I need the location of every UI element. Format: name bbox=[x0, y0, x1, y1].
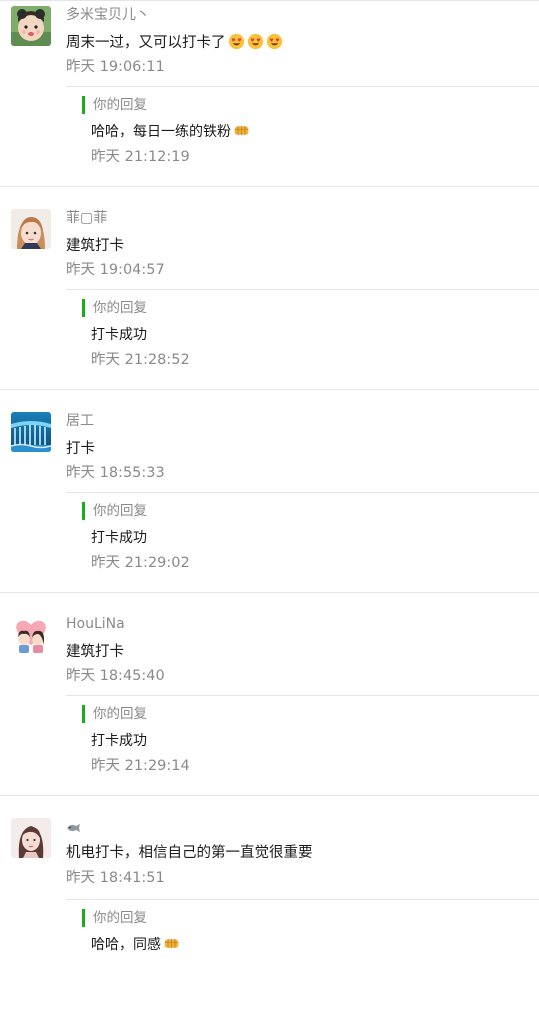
avatar[interactable] bbox=[11, 615, 51, 655]
comment-content: 打卡 bbox=[66, 441, 95, 457]
reply-label: 你的回复 bbox=[82, 909, 147, 927]
avatar[interactable] bbox=[11, 209, 51, 249]
reply-label: 你的回复 bbox=[82, 705, 147, 723]
reply-time: 昨天 21:29:14 bbox=[91, 758, 190, 774]
comment-text: 周末一过，又可以打卡了 bbox=[66, 35, 226, 51]
author-reply: 你的回复 打卡成功 昨天 21:28:52 bbox=[66, 289, 539, 386]
author-reply: 你的回复 打卡成功 昨天 21:29:14 bbox=[66, 695, 539, 792]
comment-time: 昨天 19:04:57 bbox=[66, 262, 165, 278]
fist-bump-icon bbox=[233, 122, 250, 139]
comment-item: 菲▢菲 建筑打卡 昨天 19:04:57 你的回复 打卡成功 昨天 21:28:… bbox=[0, 203, 539, 406]
reply-label: 你的回复 bbox=[82, 502, 147, 520]
reply-text: 哈哈，同感 bbox=[91, 937, 161, 953]
author-reply: 你的回复 哈哈，同感 bbox=[66, 899, 539, 996]
comment-username[interactable]: 居工 bbox=[66, 411, 94, 431]
comment-item: 多米宝贝儿丶 周末一过，又可以打卡了 昨天 19:06:11 你的回复 哈哈，每… bbox=[0, 0, 539, 203]
heart-eyes-icon bbox=[266, 33, 283, 50]
reply-time: 昨天 21:29:02 bbox=[91, 555, 190, 571]
avatar[interactable] bbox=[11, 412, 51, 452]
comment-divider bbox=[0, 795, 539, 796]
fist-bump-icon bbox=[163, 935, 180, 952]
comment-content: 机电打卡，相信自己的第一直觉很重要 bbox=[66, 845, 313, 861]
reply-content: 打卡成功 bbox=[91, 530, 147, 546]
comment-username[interactable] bbox=[66, 817, 81, 839]
comment-time: 昨天 18:45:40 bbox=[66, 668, 165, 684]
comment-divider bbox=[0, 592, 539, 593]
comment-content: 周末一过，又可以打卡了 bbox=[66, 32, 283, 54]
reply-time: 昨天 21:12:19 bbox=[91, 149, 190, 165]
comment-content: 建筑打卡 bbox=[66, 644, 124, 660]
avatar-baby-image bbox=[11, 6, 51, 46]
comment-username[interactable]: 菲▢菲 bbox=[66, 208, 107, 228]
comment-item: HouLiNa 建筑打卡 昨天 18:45:40 你的回复 打卡成功 昨天 21… bbox=[0, 609, 539, 812]
reply-label: 你的回复 bbox=[82, 96, 147, 114]
avatar-woman-portrait-image bbox=[11, 818, 51, 858]
comment-content: 建筑打卡 bbox=[66, 238, 124, 254]
comment-divider bbox=[0, 389, 539, 390]
avatar[interactable] bbox=[11, 6, 51, 46]
comment-username[interactable]: HouLiNa bbox=[66, 614, 125, 634]
comment-time: 昨天 18:41:51 bbox=[66, 870, 165, 886]
comment-time: 昨天 18:55:33 bbox=[66, 465, 165, 481]
heart-eyes-icon bbox=[228, 33, 245, 50]
reply-content: 打卡成功 bbox=[91, 327, 147, 343]
reply-text: 哈哈，每日一练的铁粉 bbox=[91, 124, 231, 140]
avatar-girl-image bbox=[11, 209, 51, 249]
reply-label: 你的回复 bbox=[82, 299, 147, 317]
reply-content: 打卡成功 bbox=[91, 733, 147, 749]
reply-content: 哈哈，每日一练的铁粉 bbox=[91, 121, 250, 143]
comment-item: 机电打卡，相信自己的第一直觉很重要 昨天 18:41:51 你的回复 哈哈，同感 bbox=[0, 812, 539, 1015]
avatar-couple-cartoon-image bbox=[11, 615, 51, 655]
comment-username[interactable]: 多米宝贝儿丶 bbox=[66, 5, 150, 25]
avatar-waterfall-image bbox=[11, 412, 51, 452]
fish-icon bbox=[66, 819, 81, 839]
heart-eyes-icon bbox=[247, 33, 264, 50]
avatar[interactable] bbox=[11, 818, 51, 858]
author-reply: 你的回复 打卡成功 昨天 21:29:02 bbox=[66, 492, 539, 589]
comment-divider bbox=[0, 186, 539, 187]
comment-item: 居工 打卡 昨天 18:55:33 你的回复 打卡成功 昨天 21:29:02 bbox=[0, 406, 539, 609]
reply-content: 哈哈，同感 bbox=[91, 934, 180, 956]
author-reply: 你的回复 哈哈，每日一练的铁粉 昨天 21:12:19 bbox=[66, 86, 539, 183]
reply-time: 昨天 21:28:52 bbox=[91, 352, 190, 368]
comment-time: 昨天 19:06:11 bbox=[66, 59, 165, 75]
